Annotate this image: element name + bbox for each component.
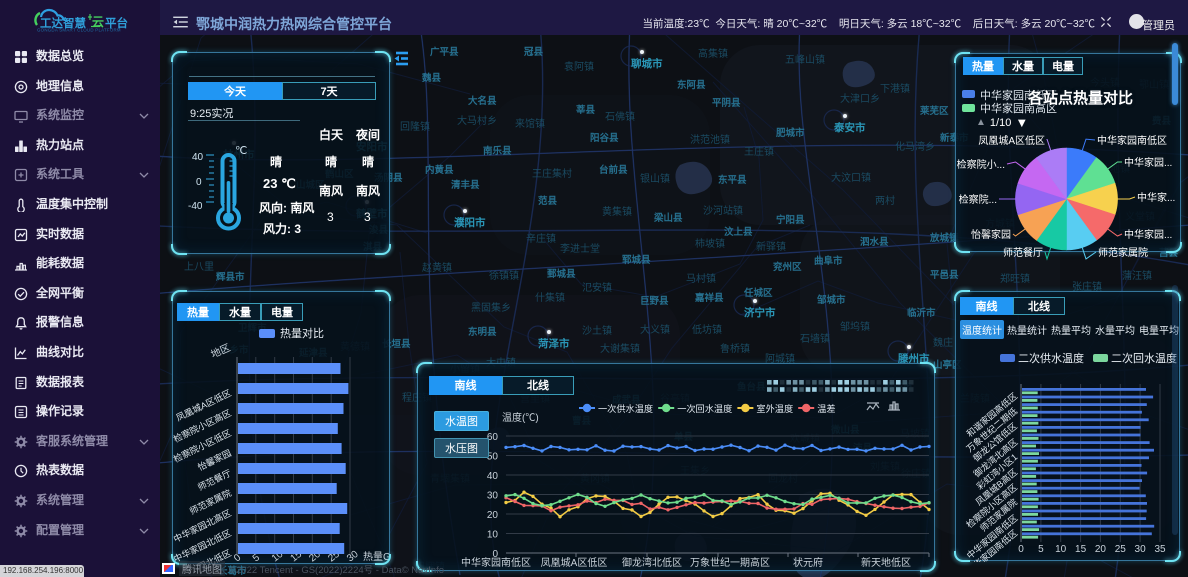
svg-text:温差: 温差 [817, 403, 835, 414]
svg-text:20: 20 [1095, 544, 1107, 555]
svg-text:中华家...: 中华家... [1137, 191, 1175, 204]
svg-text:新天地低区: 新天地低区 [861, 556, 911, 569]
svg-text:中华家园南低区: 中华家园南低区 [461, 556, 531, 569]
svg-text:温度(℃): 温度(℃) [502, 411, 539, 424]
svg-text:0: 0 [1018, 544, 1024, 555]
svg-text:地区: 地区 [209, 341, 233, 361]
svg-text:中华家园南低区: 中华家园南低区 [1097, 134, 1167, 147]
svg-text:检察院小...: 检察院小... [957, 158, 1005, 171]
svg-text:30: 30 [1135, 544, 1147, 555]
svg-text:10: 10 [1055, 544, 1067, 555]
svg-text:凤凰城A区低区: 凤凰城A区低区 [978, 134, 1045, 147]
svg-text:万象世纪一期高区: 万象世纪一期高区 [690, 556, 770, 569]
svg-text:20: 20 [487, 510, 499, 521]
svg-text:怡馨家园: 怡馨家园 [971, 228, 1011, 241]
svg-text:10: 10 [487, 530, 499, 541]
svg-text:中华家园...: 中华家园... [1124, 156, 1172, 169]
svg-text:师范家属院: 师范家属院 [1098, 246, 1148, 259]
svg-text:一次供水温度: 一次供水温度 [598, 403, 653, 414]
svg-text:御龙湾北低区: 御龙湾北低区 [622, 556, 682, 569]
svg-text:凤凰城A区低区: 凤凰城A区低区 [541, 556, 608, 569]
svg-text:5: 5 [1038, 544, 1044, 555]
svg-text:状元府: 状元府 [793, 556, 823, 569]
svg-text:40: 40 [487, 471, 499, 482]
svg-text:室外温度: 室外温度 [756, 403, 793, 414]
svg-text:师范餐厅: 师范餐厅 [1003, 246, 1043, 259]
svg-text:中华家园...: 中华家园... [1124, 228, 1172, 241]
svg-text:15: 15 [1075, 544, 1087, 555]
svg-text:一次回水温度: 一次回水温度 [677, 403, 732, 414]
svg-text:30: 30 [487, 491, 499, 502]
svg-text:25: 25 [1115, 544, 1127, 555]
svg-text:GONGDA SMART CLOUD PLATFORM: GONGDA SMART CLOUD PLATFORM [37, 28, 121, 33]
svg-text:检察院...: 检察院... [959, 193, 997, 206]
